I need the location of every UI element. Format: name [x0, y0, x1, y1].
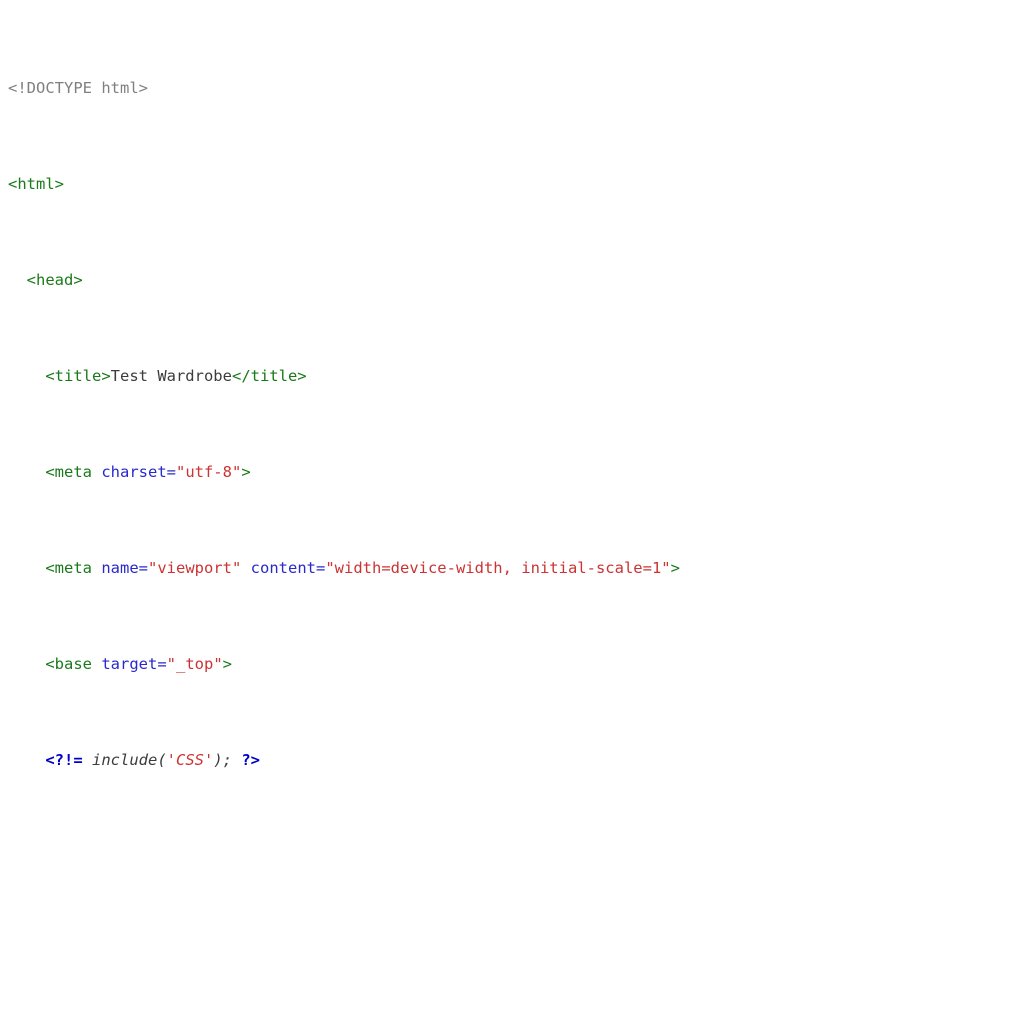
- attribute-token: content=: [250, 559, 326, 577]
- tag-token: <head>: [26, 271, 83, 289]
- tag-close-token: >: [222, 655, 232, 673]
- tag-token: <html>: [8, 175, 64, 193]
- code-line[interactable]: <base target="_top">: [8, 652, 1010, 676]
- code-line-blank[interactable]: [8, 844, 1010, 868]
- code-editor-pane[interactable]: <!DOCTYPE html> <html> <head> <title>Tes…: [0, 0, 1010, 769]
- tag-close-token: >: [670, 559, 680, 577]
- code-line[interactable]: <!DOCTYPE html>: [8, 76, 1010, 100]
- code-line[interactable]: <title>Test Wardrobe</title>: [8, 364, 1010, 388]
- code-line[interactable]: <html>: [8, 172, 1010, 196]
- attribute-token: target=: [101, 655, 167, 673]
- tag-open-token: <meta: [45, 559, 102, 577]
- string-token: "width=device-width, initial-scale=1": [325, 559, 671, 577]
- string-token: "viewport": [148, 559, 242, 577]
- blank: [8, 943, 17, 961]
- string-token: "_top": [166, 655, 223, 673]
- scriptlet-close-token: ?>: [241, 751, 260, 769]
- code-line[interactable]: <head>: [8, 268, 1010, 292]
- inner-text: Test Wardrobe: [110, 367, 232, 385]
- tag-open-token: <title>: [45, 367, 111, 385]
- string-token: "utf-8": [175, 463, 242, 481]
- code-line[interactable]: <meta name="viewport" content="width=dev…: [8, 556, 1010, 580]
- blank: [8, 847, 17, 865]
- attribute-token: name=: [101, 559, 148, 577]
- code-line[interactable]: <meta charset="utf-8">: [8, 460, 1010, 484]
- attribute-token: charset=: [101, 463, 176, 481]
- doctype-token: <!DOCTYPE html>: [8, 79, 148, 97]
- function-call-token: include(: [92, 751, 167, 769]
- code-text-area[interactable]: <!DOCTYPE html> <html> <head> <title>Tes…: [8, 4, 1010, 1030]
- code-line-blank[interactable]: [8, 940, 1010, 964]
- function-arg-string-token: 'CSS': [166, 751, 214, 769]
- scriptlet-open-token: <?!=: [45, 751, 83, 769]
- tag-open-token: <base: [45, 655, 102, 673]
- function-end-token: );: [213, 751, 242, 769]
- tag-close-token: </title>: [231, 367, 307, 385]
- tag-open-token: <meta: [45, 463, 102, 481]
- tag-close-token: >: [241, 463, 251, 481]
- code-line[interactable]: <?!= include('CSS'); ?>: [8, 748, 1010, 772]
